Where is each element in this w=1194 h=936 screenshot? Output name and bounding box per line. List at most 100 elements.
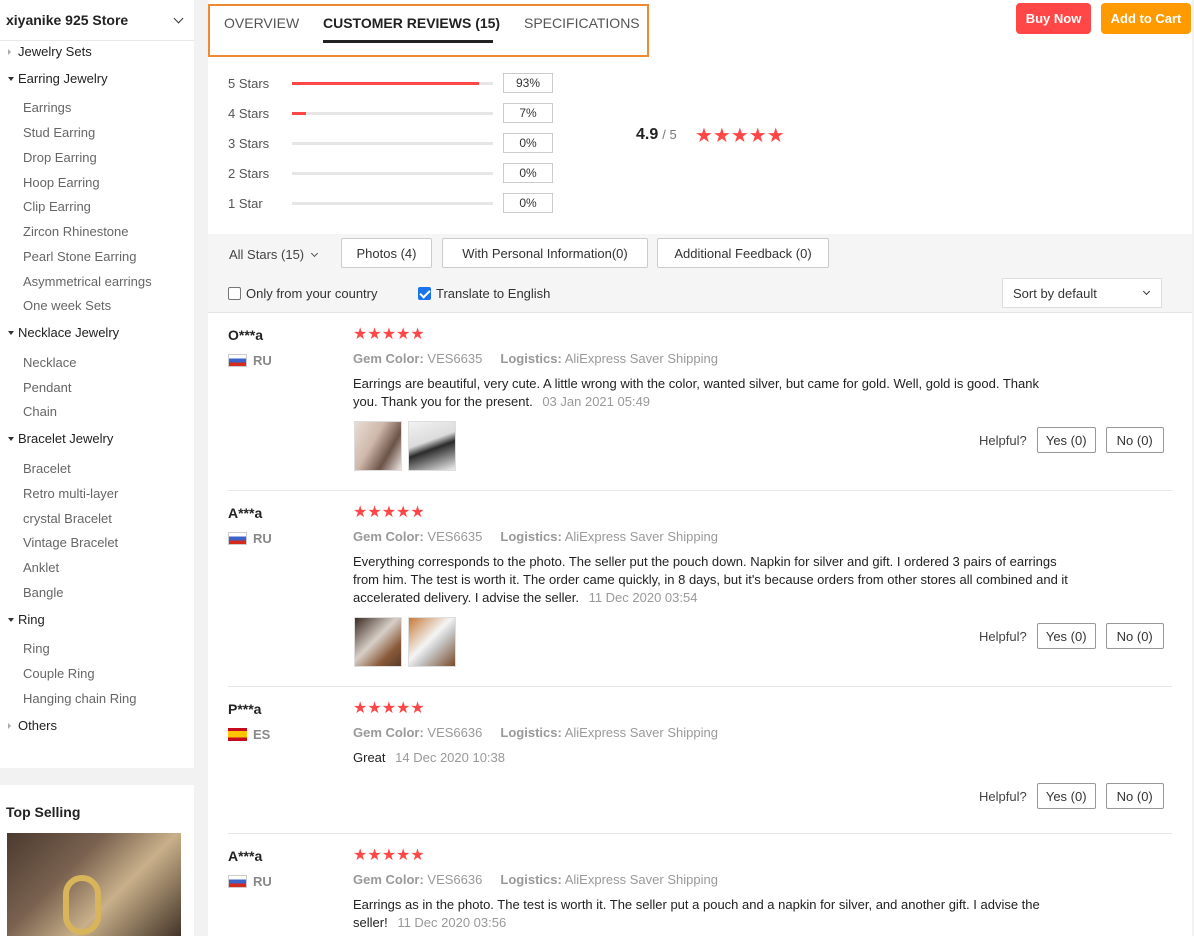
- rating-bar-fill: [292, 111, 307, 115]
- review-username: O***a: [228, 327, 264, 343]
- review-text-block: Earrings are beautiful, very cute. A lit…: [353, 375, 1053, 411]
- subcategory-item[interactable]: crystal Bracelet: [23, 511, 112, 526]
- tab-customer-reviews[interactable]: CUSTOMER REVIEWS (15): [323, 15, 500, 31]
- review-text-block: Earrings as in the photo. The test is wo…: [353, 896, 1058, 932]
- chevron-down-icon[interactable]: [1142, 287, 1151, 296]
- rating-row-4[interactable]: 4 Stars 7%: [228, 103, 553, 123]
- review-filter-bar: All Stars (15) Photos (4) With Personal …: [208, 234, 1192, 313]
- category-earring-jewelry[interactable]: Earring Jewelry: [8, 71, 108, 86]
- rating-row-1[interactable]: 1 Star 0%: [228, 193, 553, 213]
- subcategory-item[interactable]: Vintage Bracelet: [23, 535, 118, 550]
- personal-info-filter-button[interactable]: With Personal Information(0): [442, 238, 648, 268]
- all-stars-dropdown[interactable]: All Stars (15): [229, 247, 319, 262]
- sort-dropdown[interactable]: Sort by default: [1002, 278, 1162, 308]
- rating-bar-fill: [292, 81, 479, 85]
- rating-percent: 0%: [503, 163, 553, 183]
- helpful-yes-button[interactable]: Yes (0): [1036, 427, 1096, 453]
- review-country: RU: [228, 874, 272, 889]
- tab-overview[interactable]: OVERVIEW: [224, 15, 299, 31]
- category-jewelry-sets[interactable]: Jewelry Sets: [8, 44, 92, 59]
- helpful-yes-button[interactable]: Yes (0): [1036, 783, 1096, 809]
- subcategory-item[interactable]: Drop Earring: [23, 150, 97, 165]
- sort-label[interactable]: Sort by default: [1013, 286, 1097, 301]
- subcategory-item[interactable]: Couple Ring: [23, 666, 95, 681]
- only-country-label[interactable]: Only from your country: [246, 286, 378, 301]
- gem-color-label: Gem Color:: [353, 872, 424, 887]
- category-label[interactable]: Earring Jewelry: [18, 71, 108, 86]
- store-name[interactable]: xiyanike 925 Store: [6, 12, 128, 28]
- helpful-no-button[interactable]: No (0): [1105, 427, 1164, 453]
- category-label[interactable]: Bracelet Jewelry: [18, 431, 113, 446]
- subcategory-item[interactable]: Stud Earring: [23, 125, 95, 140]
- category-ring[interactable]: Ring: [8, 612, 45, 627]
- review-text: Earrings are beautiful, very cute. A lit…: [353, 376, 1039, 409]
- subcategory-item[interactable]: Pendant: [23, 380, 71, 395]
- subcategory-item[interactable]: Zircon Rhinestone: [23, 224, 129, 239]
- category-label[interactable]: Others: [18, 718, 57, 733]
- rating-label: 5 Stars: [228, 75, 270, 91]
- category-bracelet-jewelry[interactable]: Bracelet Jewelry: [8, 431, 113, 446]
- store-header[interactable]: xiyanike 925 Store: [0, 0, 194, 41]
- average-out-of: / 5: [662, 127, 677, 142]
- chevron-down-icon[interactable]: [173, 13, 184, 23]
- category-others[interactable]: Others: [8, 718, 57, 733]
- rating-row-2[interactable]: 2 Stars 0%: [228, 163, 553, 183]
- helpful-no-button[interactable]: No (0): [1105, 783, 1164, 809]
- helpful-yes-button[interactable]: Yes (0): [1036, 623, 1096, 649]
- country-code: RU: [253, 531, 272, 546]
- caret-right-icon: [8, 722, 11, 729]
- top-selling-product-image[interactable]: [7, 833, 181, 936]
- subcategory-item[interactable]: Necklace: [23, 355, 76, 370]
- caret-down-icon: [8, 330, 14, 335]
- review-photo-thumbnail[interactable]: [354, 617, 402, 667]
- review-item: O***a RU ★★★★★ Gem Color: VES6635 Logist…: [228, 313, 1172, 491]
- category-label[interactable]: Necklace Jewelry: [18, 325, 119, 340]
- rating-percent: 7%: [503, 103, 553, 123]
- rating-row-3[interactable]: 3 Stars 0%: [228, 133, 553, 153]
- category-necklace-jewelry[interactable]: Necklace Jewelry: [8, 325, 119, 340]
- tab-specifications[interactable]: SPECIFICATIONS: [524, 15, 640, 31]
- translate-label[interactable]: Translate to English: [436, 286, 550, 301]
- chevron-down-icon[interactable]: [311, 249, 319, 257]
- only-country-checkbox[interactable]: [228, 287, 241, 300]
- subcategory-item[interactable]: Clip Earring: [23, 199, 91, 214]
- gem-color-value: VES6636: [427, 725, 483, 740]
- subcategory-item[interactable]: Pearl Stone Earring: [23, 249, 136, 264]
- helpful-label: Helpful?: [979, 628, 1027, 644]
- gem-color-label: Gem Color:: [353, 351, 424, 366]
- subcategory-item[interactable]: Earrings: [23, 100, 71, 115]
- rating-percent: 0%: [503, 133, 553, 153]
- review-stars: ★★★★★: [353, 326, 425, 343]
- subcategory-item[interactable]: Anklet: [23, 560, 59, 575]
- subcategory-item[interactable]: Ring: [23, 641, 50, 656]
- store-sidebar: xiyanike 925 Store Jewelry Sets Earring …: [0, 0, 194, 768]
- all-stars-label[interactable]: All Stars (15): [229, 247, 304, 262]
- subcategory-item[interactable]: Bracelet: [23, 461, 71, 476]
- review-photo-thumbnail[interactable]: [354, 421, 402, 471]
- helpful-no-button[interactable]: No (0): [1105, 623, 1164, 649]
- translate-option[interactable]: Translate to English: [418, 286, 550, 301]
- caret-right-icon: [8, 48, 11, 55]
- buy-now-button[interactable]: Buy Now: [1016, 3, 1091, 34]
- category-label[interactable]: Ring: [18, 612, 45, 627]
- translate-checkbox[interactable]: [418, 287, 431, 300]
- subcategory-item[interactable]: One week Sets: [23, 298, 111, 313]
- only-country-option[interactable]: Only from your country: [228, 286, 378, 301]
- rating-row-5[interactable]: 5 Stars 93%: [228, 73, 553, 93]
- review-date: 03 Jan 2021 05:49: [542, 394, 651, 409]
- review-photo-thumbnail[interactable]: [408, 617, 456, 667]
- category-label[interactable]: Jewelry Sets: [18, 44, 92, 59]
- subcategory-item[interactable]: Hoop Earring: [23, 175, 100, 190]
- subcategory-item[interactable]: Asymmetrical earrings: [23, 274, 152, 289]
- photos-filter-button[interactable]: Photos (4): [341, 238, 432, 268]
- review-photo-thumbnail[interactable]: [408, 421, 456, 471]
- add-to-cart-button[interactable]: Add to Cart: [1101, 3, 1191, 34]
- subcategory-item[interactable]: Retro multi-layer: [23, 486, 118, 501]
- subcategory-item[interactable]: Chain: [23, 404, 57, 419]
- average-score: 4.9: [636, 126, 659, 143]
- gem-color-value: VES6635: [427, 529, 483, 544]
- subcategory-item[interactable]: Bangle: [23, 585, 63, 600]
- rating-percent: 93%: [503, 73, 553, 93]
- subcategory-item[interactable]: Hanging chain Ring: [23, 691, 136, 706]
- additional-feedback-filter-button[interactable]: Additional Feedback (0): [657, 238, 829, 268]
